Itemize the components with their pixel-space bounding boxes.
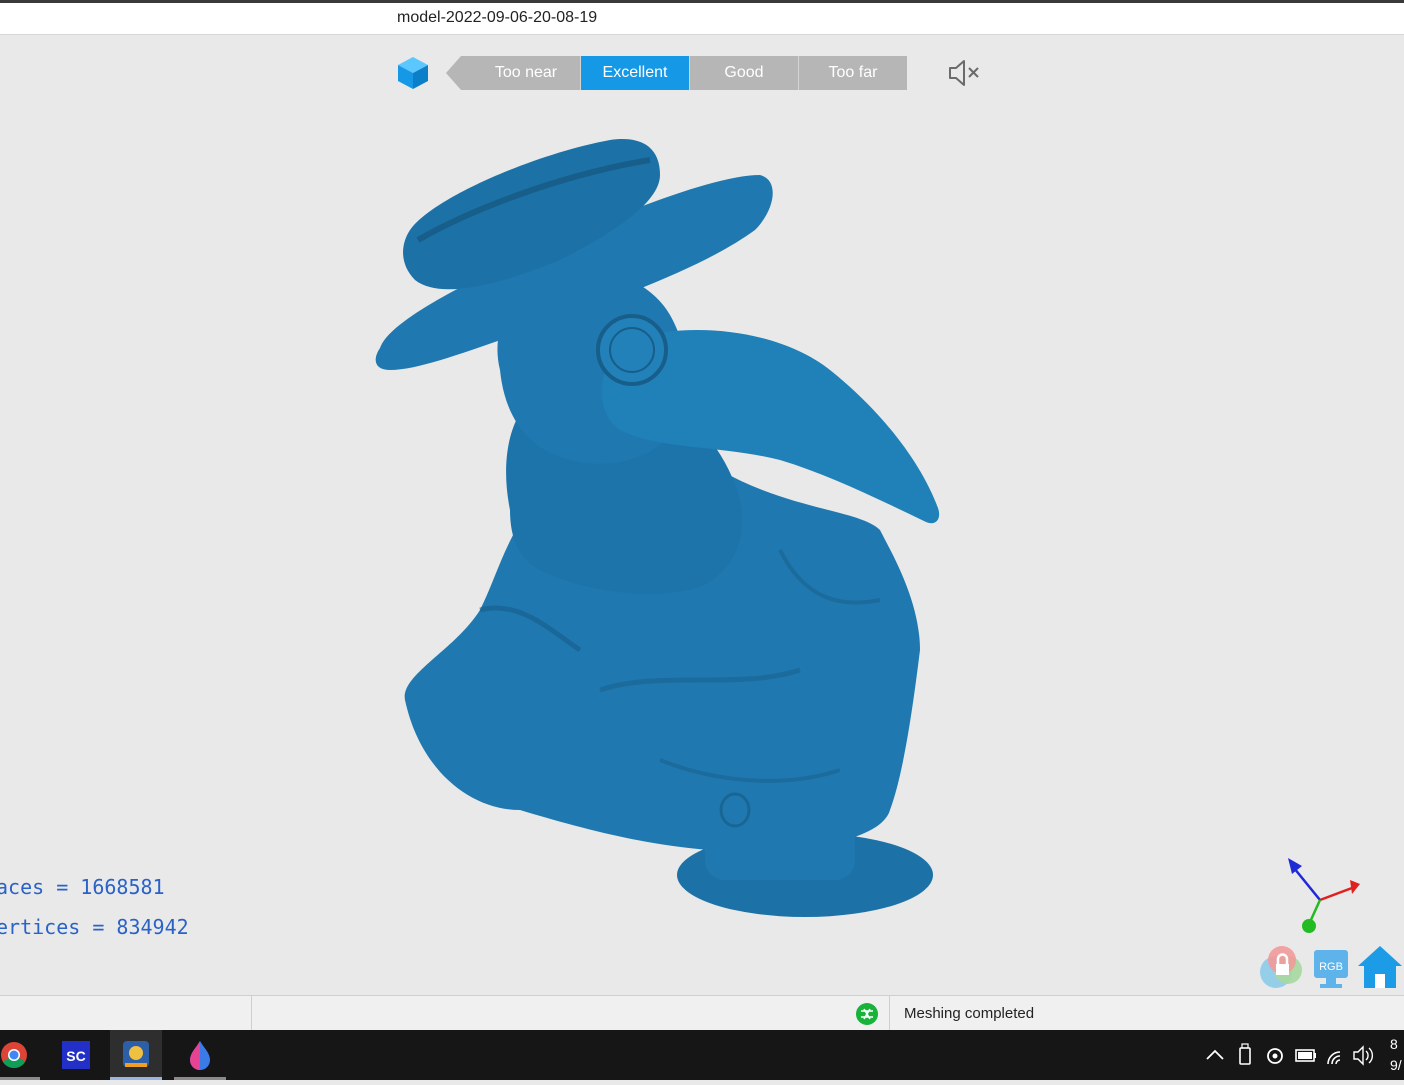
speaker-muted-icon[interactable]	[946, 58, 982, 88]
cube-icon[interactable]	[396, 55, 430, 91]
faces-count: aces = 1668581	[0, 875, 165, 899]
color-drop-app-icon[interactable]	[174, 1030, 226, 1080]
system-tray	[1206, 1043, 1374, 1066]
battery-icon[interactable]	[1295, 1049, 1316, 1062]
distance-excellent[interactable]: Excellent	[580, 56, 689, 90]
mesh-stats: aces = 1668581 ertices = 834942	[0, 870, 189, 950]
vertices-count: ertices = 834942	[0, 915, 189, 939]
sc-app-label: SC	[66, 1048, 85, 1064]
monitor-lock-icon[interactable]: RGB	[1314, 950, 1348, 988]
clock[interactable]: 8 9/	[1390, 1034, 1404, 1076]
home-icon[interactable]	[1358, 946, 1402, 988]
usb-drive-icon[interactable]	[1239, 1043, 1251, 1065]
distance-too-far[interactable]: Too far	[798, 56, 907, 90]
corner-toolbar: RGB	[1260, 946, 1402, 988]
status-divider	[251, 996, 252, 1031]
steam-icon[interactable]	[1267, 1048, 1283, 1064]
window-title: model-2022-09-06-20-08-19	[397, 9, 598, 26]
distance-indicator: Too near Excellent Good Too far	[446, 56, 907, 90]
distance-good[interactable]: Good	[689, 56, 798, 90]
arrow-left-icon	[446, 56, 472, 90]
distance-too-near[interactable]: Too near	[472, 56, 580, 90]
status-divider	[889, 996, 890, 1031]
device-connected-icon	[856, 1003, 878, 1025]
sc-app-icon[interactable]: SC	[50, 1030, 102, 1080]
chevron-up-icon[interactable]	[1206, 1049, 1224, 1060]
lock-icon[interactable]	[1260, 946, 1302, 988]
svg-text:RGB: RGB	[1319, 961, 1343, 973]
clock-time: 8	[1390, 1036, 1398, 1052]
scanner-app-icon[interactable]	[110, 1030, 162, 1080]
status-message: Meshing completed	[904, 1005, 1035, 1022]
axis-gizmo	[1288, 858, 1360, 933]
status-bar: Meshing completed	[0, 995, 1404, 1031]
wifi-icon[interactable]	[1327, 1051, 1341, 1065]
title-bar: model-2022-09-06-20-08-19	[0, 3, 1404, 35]
clock-date: 9/	[1390, 1057, 1402, 1073]
volume-icon[interactable]	[1353, 1045, 1374, 1066]
taskbar: SC 8 9/	[0, 1030, 1404, 1080]
chrome-icon[interactable]	[0, 1030, 40, 1080]
scanned-3d-model[interactable]	[360, 130, 960, 930]
